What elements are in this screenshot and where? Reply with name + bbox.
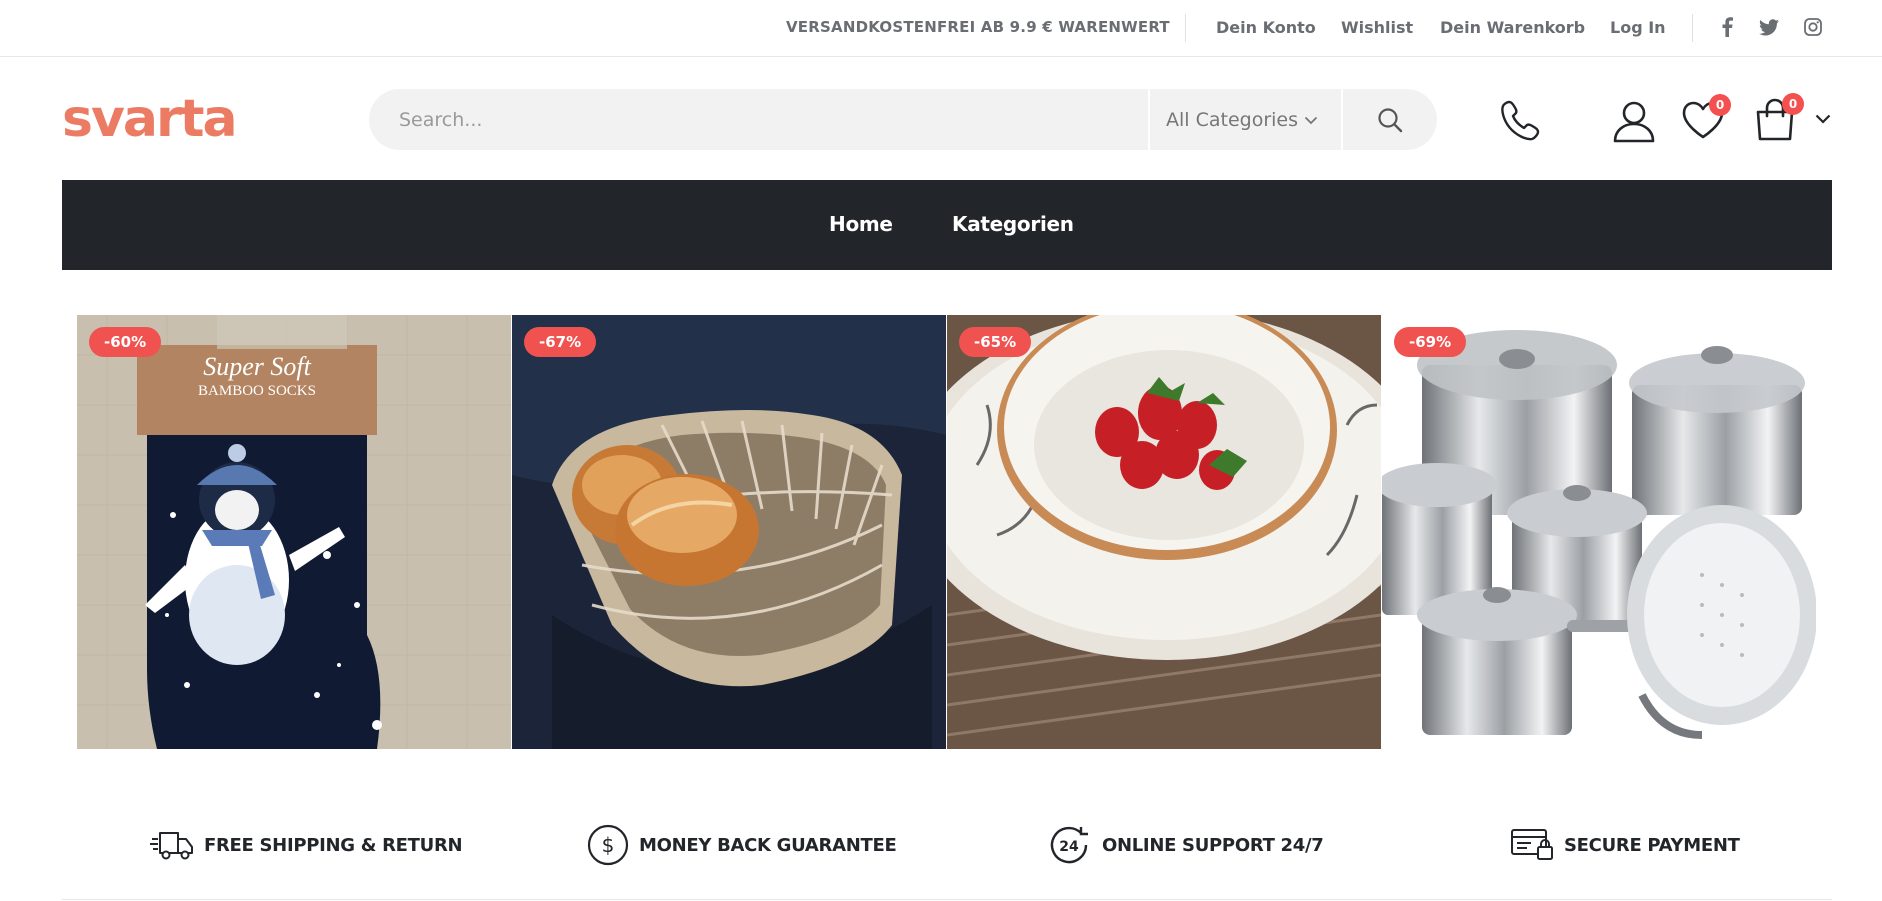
instagram-icon[interactable] — [1803, 16, 1823, 38]
twitter-icon[interactable] — [1759, 16, 1779, 38]
feature-free-shipping: FREE SHIPPING & RETURN — [150, 823, 463, 867]
cart-icon[interactable]: 0 — [1749, 93, 1804, 146]
category-select-label: All Categories — [1166, 108, 1299, 131]
discount-badge: -69% — [1394, 327, 1467, 357]
account-icon[interactable] — [1608, 95, 1660, 147]
product-card[interactable]: -67% — [512, 315, 946, 749]
wishlist-icon[interactable]: 0 — [1677, 94, 1731, 144]
divider — [1692, 14, 1693, 42]
discount-badge: -67% — [524, 327, 597, 357]
search-icon — [1378, 107, 1403, 132]
shipping-notice: VERSANDKOSTENFREI AB 9.9 € WARENWERT — [786, 18, 1170, 36]
main-nav: Home Kategorien — [62, 180, 1832, 270]
chevron-down-icon[interactable] — [1812, 110, 1834, 128]
support-24-icon: 24 — [1048, 824, 1092, 866]
feature-money-back: $ MONEY BACK GUARANTEE — [587, 823, 897, 867]
product-card[interactable]: Super Soft BAMBOO SOCKS -60% — [77, 315, 511, 749]
product-image: Super Soft BAMBOO SOCKS — [77, 315, 511, 749]
category-select[interactable]: All Categories — [1150, 89, 1341, 150]
feature-online-support: 24 ONLINE SUPPORT 24/7 — [1048, 823, 1324, 867]
svg-text:BAMBOO SOCKS: BAMBOO SOCKS — [198, 383, 316, 399]
truck-icon — [150, 829, 194, 861]
secure-payment-icon — [1510, 827, 1554, 863]
wishlist-link[interactable]: Wishlist — [1341, 18, 1413, 37]
search-button[interactable] — [1343, 89, 1437, 150]
svg-text:$: $ — [602, 833, 615, 857]
chevron-down-icon — [1304, 116, 1318, 125]
search-bar: All Categories — [369, 89, 1437, 150]
feature-secure-payment: SECURE PAYMENT — [1510, 823, 1740, 867]
divider — [1185, 14, 1186, 42]
feature-label: ONLINE SUPPORT 24/7 — [1102, 834, 1324, 856]
svg-text:24: 24 — [1059, 839, 1079, 855]
phone-icon[interactable] — [1496, 95, 1548, 147]
product-card[interactable]: -65% — [947, 315, 1381, 749]
dollar-circle-icon: $ — [587, 824, 629, 866]
discount-badge: -65% — [959, 327, 1032, 357]
product-image — [1382, 315, 1816, 749]
product-card[interactable]: -69% — [1382, 315, 1816, 749]
product-image — [512, 315, 946, 749]
svg-text:Super Soft: Super Soft — [203, 352, 311, 381]
product-image — [947, 315, 1381, 749]
cart-link[interactable]: Dein Warenkorb — [1440, 18, 1585, 37]
site-logo[interactable]: svarta — [62, 90, 238, 148]
nav-item-kategorien[interactable]: Kategorien — [952, 212, 1074, 236]
discount-badge: -60% — [89, 327, 162, 357]
top-bar: VERSANDKOSTENFREI AB 9.9 € WARENWERT Dei… — [0, 0, 1882, 57]
feature-label: FREE SHIPPING & RETURN — [204, 834, 463, 856]
facebook-icon[interactable] — [1717, 16, 1737, 38]
divider — [62, 899, 1832, 900]
wishlist-count-badge: 0 — [1709, 94, 1731, 116]
search-input[interactable] — [369, 89, 1149, 150]
nav-item-home[interactable]: Home — [829, 212, 893, 236]
feature-label: SECURE PAYMENT — [1564, 834, 1740, 856]
account-link[interactable]: Dein Konto — [1216, 18, 1316, 37]
feature-label: MONEY BACK GUARANTEE — [639, 834, 897, 856]
cart-count-badge: 0 — [1782, 93, 1804, 115]
login-link[interactable]: Log In — [1610, 18, 1666, 37]
